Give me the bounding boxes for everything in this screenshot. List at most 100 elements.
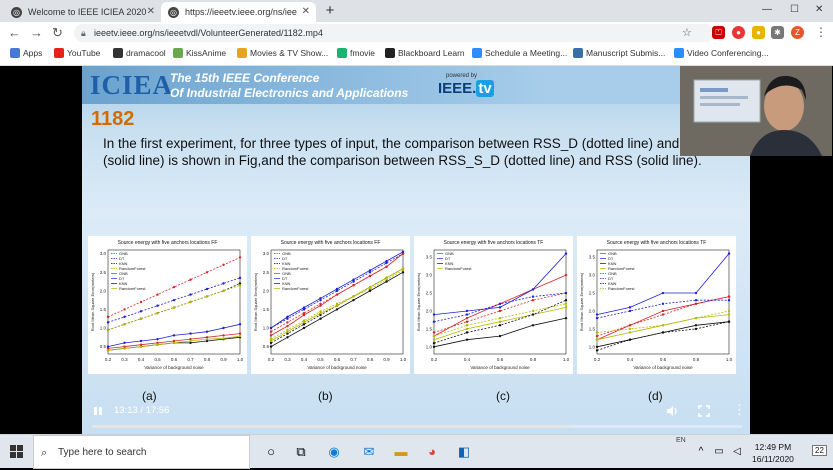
- extension-icon[interactable]: ●: [732, 26, 745, 39]
- data-point: [432, 313, 436, 316]
- data-point: [498, 306, 502, 309]
- y-tick-label: 1.0: [426, 344, 433, 349]
- chart-title: Source energy with five anchors location…: [607, 240, 707, 246]
- y-tick-label: 2.0: [589, 308, 596, 313]
- legend-label: RandomForest: [282, 286, 309, 291]
- x-tick-label: 0.7: [350, 357, 357, 362]
- data-point: [238, 256, 242, 259]
- bookmark-item[interactable]: Video Conferencing...: [674, 48, 769, 58]
- bookmark-item[interactable]: Apps: [10, 48, 42, 58]
- data-point: [189, 339, 192, 343]
- new-tab-button[interactable]: +: [321, 3, 339, 21]
- extension-icon[interactable]: ●: [752, 26, 765, 39]
- volume-tray-icon[interactable]: ◁: [728, 443, 746, 461]
- x-tick-label: 0.8: [204, 357, 211, 362]
- data-point: [139, 300, 143, 304]
- chart-title: Source energy with five anchors location…: [444, 240, 544, 246]
- edge-icon[interactable]: ◉: [325, 443, 343, 461]
- chrome-tab-icon: ◎: [168, 7, 179, 18]
- y-tick-label: 3.0: [100, 251, 107, 256]
- bookmark-item[interactable]: KissAnime: [173, 48, 226, 58]
- file-explorer-icon[interactable]: ▬: [392, 443, 410, 461]
- x-tick-label: 0.4: [627, 357, 634, 362]
- bookmark-item[interactable]: Movies & TV Show...: [237, 48, 328, 58]
- x-tick-label: 0.8: [530, 357, 537, 362]
- data-point: [498, 320, 502, 323]
- data-point: [172, 334, 176, 337]
- browser-tab-strip: ◎ Welcome to IEEE ICIEA 2020 ✕ ◎ https:/…: [0, 0, 833, 22]
- tray-chevron-icon[interactable]: ^: [692, 443, 710, 461]
- data-point: [269, 326, 273, 330]
- data-point: [385, 276, 388, 280]
- language-indicator[interactable]: EN: [676, 437, 686, 444]
- close-window-icon[interactable]: ✕: [815, 4, 823, 15]
- profile-avatar[interactable]: Z: [791, 26, 804, 39]
- lock-icon: 🔒︎: [81, 28, 86, 38]
- mail-icon[interactable]: ✉: [360, 443, 378, 461]
- data-point: [432, 334, 436, 338]
- browser-tab-active[interactable]: ◎ https://ieeetv.ieee.org/ns/iee ✕: [161, 2, 316, 22]
- data-point: [498, 334, 502, 338]
- data-point: [238, 323, 242, 326]
- address-bar[interactable]: 🔒︎ ieeetv.ieee.org/ns/ieeetvdl/Volunteer…: [74, 24, 714, 42]
- outlook-icon[interactable]: ◧: [455, 443, 473, 461]
- series-line-dt: [596, 253, 730, 315]
- network-icon[interactable]: ▭: [710, 443, 728, 461]
- slide-body-text: In the first experiment, for three types…: [103, 136, 711, 168]
- data-point: [269, 345, 273, 348]
- bookmark-item[interactable]: fmovie: [337, 48, 375, 58]
- y-tick-label: 1.5: [263, 307, 270, 312]
- pdf-extension-icon[interactable]: ⏍: [712, 26, 725, 39]
- notification-badge[interactable]: 22: [812, 445, 827, 456]
- bookmark-item[interactable]: Blackboard Learn: [385, 48, 465, 58]
- data-point: [139, 317, 143, 320]
- forward-icon[interactable]: →: [30, 25, 43, 40]
- data-point: [335, 304, 339, 307]
- video-player[interactable]: ICIEA The 15th IEEE Conference Of Indust…: [0, 66, 833, 434]
- data-point: [727, 252, 731, 255]
- data-point: [432, 342, 436, 345]
- data-point: [106, 349, 110, 352]
- data-point: [205, 295, 209, 298]
- data-point: [465, 316, 469, 320]
- close-tab-icon[interactable]: ✕: [147, 6, 155, 17]
- data-point: [432, 345, 436, 349]
- data-point: [302, 326, 306, 330]
- webcam-image: [680, 66, 832, 156]
- series-line-randomforest: [596, 314, 730, 341]
- close-tab-icon[interactable]: ✕: [302, 6, 310, 17]
- tab-title: Welcome to IEEE ICIEA 2020: [28, 7, 147, 17]
- data-point: [156, 337, 159, 341]
- browser-tab[interactable]: ◎ Welcome to IEEE ICIEA 2020 ✕: [4, 2, 161, 22]
- bookmark-item[interactable]: Manuscript Submis...: [573, 48, 665, 58]
- data-point: [222, 263, 225, 267]
- task-view-icon[interactable]: ⧉: [292, 443, 310, 461]
- data-point: [156, 343, 159, 346]
- taskbar-search-box[interactable]: ⌕ Type here to search: [33, 435, 250, 469]
- taskbar-clock[interactable]: 12:49 PM 16/11/2020: [752, 441, 794, 465]
- minimize-icon[interactable]: —: [762, 4, 772, 15]
- bookmark-item[interactable]: YouTube: [54, 48, 100, 58]
- menu-kebab-icon[interactable]: ⋮: [815, 25, 827, 39]
- extensions-puzzle-icon[interactable]: ✱: [771, 26, 784, 39]
- data-point: [106, 321, 110, 324]
- data-point: [238, 334, 242, 338]
- cortana-icon[interactable]: ○: [262, 443, 280, 461]
- maximize-icon[interactable]: ☐: [790, 4, 799, 15]
- back-icon[interactable]: ←: [8, 25, 21, 40]
- bookmark-star-icon[interactable]: ☆: [682, 26, 692, 39]
- caption-b: (b): [318, 389, 333, 403]
- data-point: [498, 309, 502, 313]
- chrome-icon[interactable]: ◕: [423, 443, 441, 461]
- data-point: [661, 324, 665, 327]
- caption-a: (a): [142, 389, 157, 403]
- data-point: [368, 269, 372, 272]
- chart-d: Source energy with five anchors location…: [577, 236, 736, 374]
- chart-title: Source energy with five anchors location…: [118, 240, 218, 246]
- windows-start-icon[interactable]: [10, 445, 24, 459]
- bookmark-item[interactable]: Schedule a Meeting...: [472, 48, 567, 58]
- reload-icon[interactable]: ↻: [52, 25, 63, 41]
- data-point: [564, 291, 568, 295]
- x-tick-label: 0.2: [594, 357, 601, 362]
- bookmark-item[interactable]: dramacool: [113, 48, 166, 58]
